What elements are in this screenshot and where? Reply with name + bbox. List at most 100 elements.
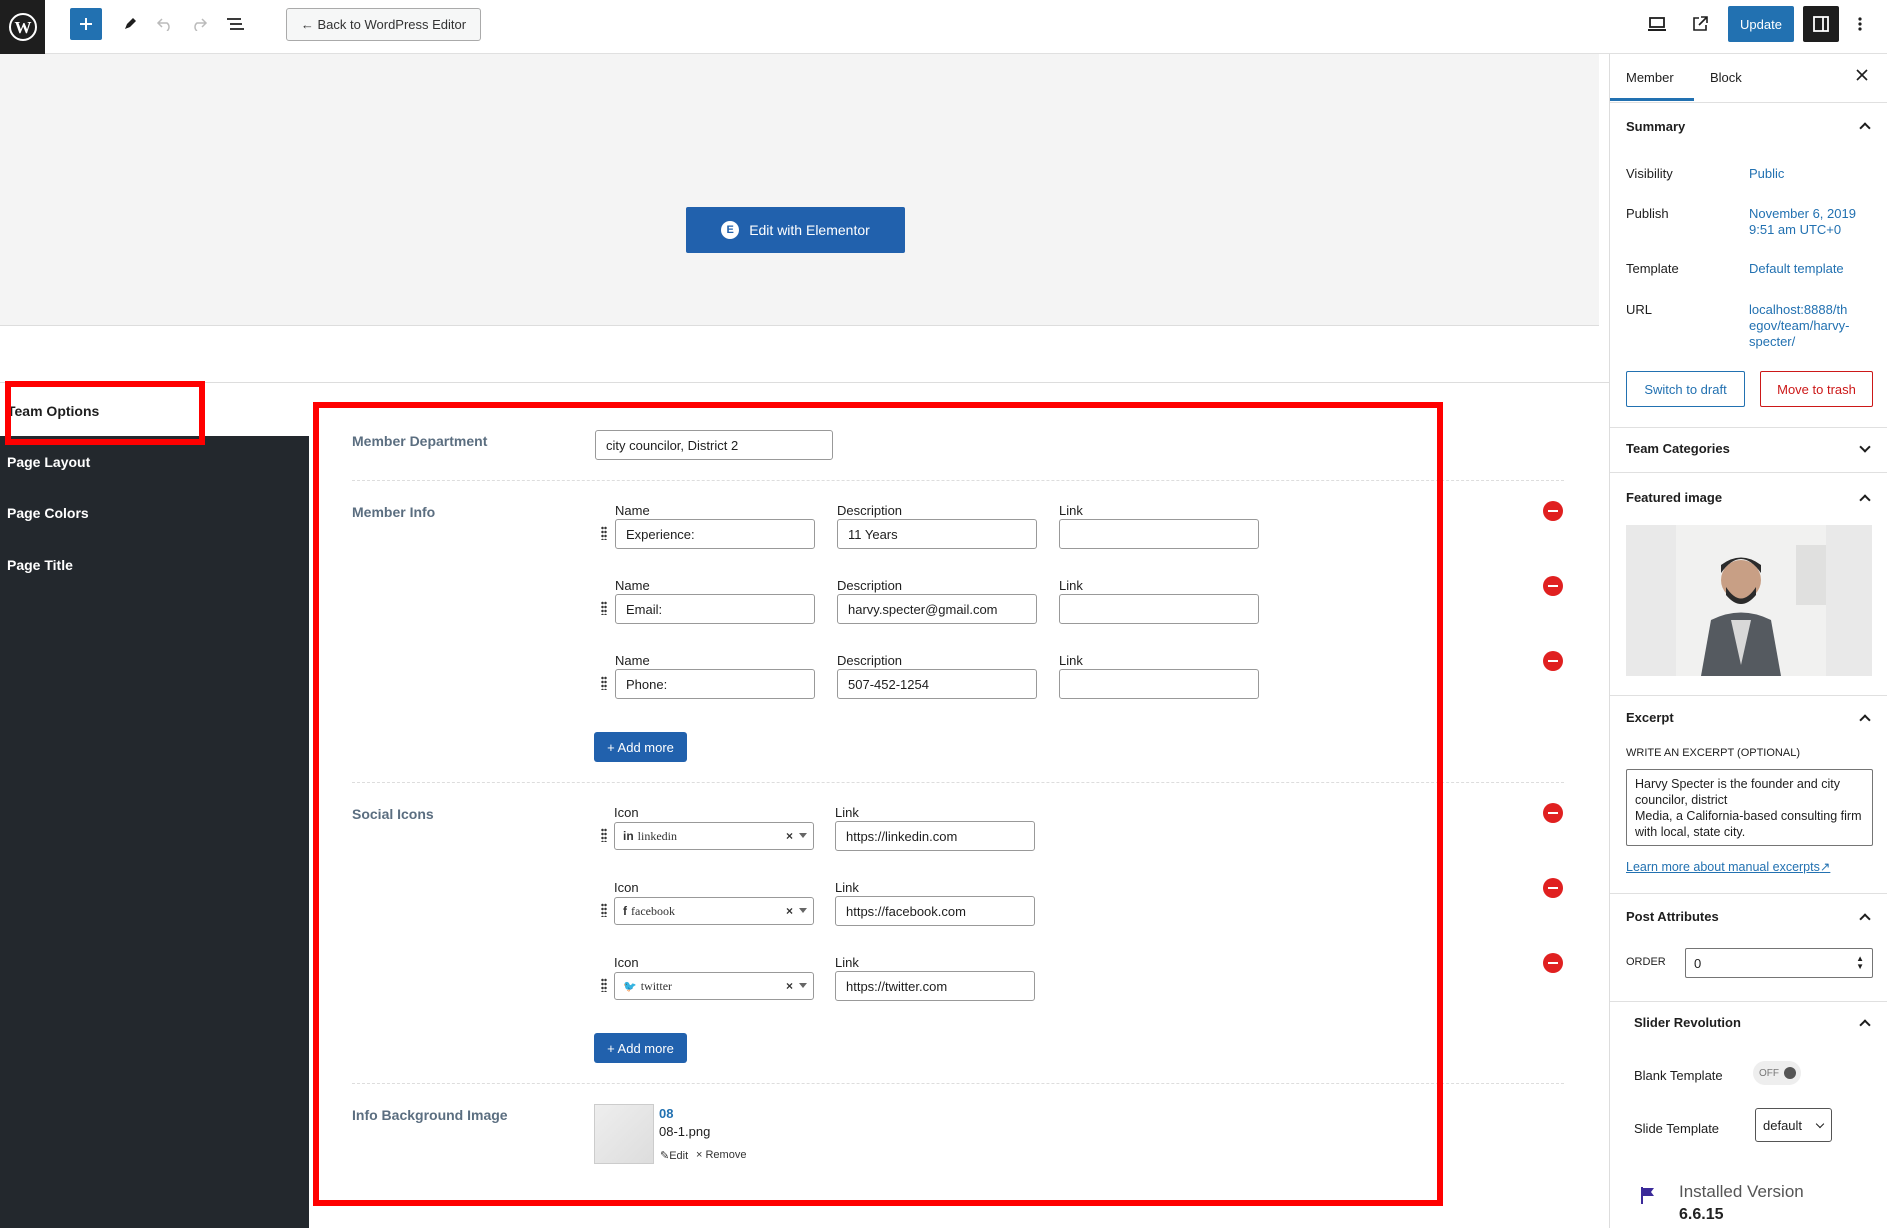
slide-template-select[interactable]: default [1755, 1108, 1832, 1142]
blank-template-label: Blank Template [1634, 1068, 1723, 1083]
chevron-down-icon[interactable] [799, 833, 807, 838]
member-department-input[interactable]: city councilor, District 2 [595, 430, 833, 460]
slider-revolution-panel-title[interactable]: Slider Revolution [1634, 1015, 1741, 1030]
add-block-button[interactable] [70, 8, 102, 40]
move-to-trash-button[interactable]: Move to trash [1760, 371, 1873, 407]
social-icon-select[interactable]: f facebook × [614, 897, 814, 925]
nav-item-page-colors[interactable]: Page Colors [7, 505, 89, 521]
visibility-value[interactable]: Public [1749, 166, 1784, 182]
url-value-line-2[interactable]: egov/team/harvy- [1749, 318, 1849, 334]
post-attributes-panel-title[interactable]: Post Attributes [1626, 909, 1719, 924]
social-icons-add-more-button[interactable]: + Add more [594, 1033, 687, 1063]
member-info-link-input[interactable] [1059, 519, 1259, 549]
remove-row-icon[interactable] [1543, 651, 1563, 671]
back-to-wordpress-editor-button[interactable]: ← Back to WordPress Editor [286, 8, 481, 41]
image-remove-link[interactable]: × Remove [696, 1149, 746, 1161]
nav-item-page-title[interactable]: Page Title [7, 557, 73, 573]
drag-handle-icon[interactable] [601, 601, 607, 615]
featured-image-preview[interactable] [1626, 525, 1872, 676]
member-info-name-input[interactable]: Experience: [615, 519, 815, 549]
link-column-label: Link [835, 805, 859, 820]
social-icon-value: linkedin [637, 828, 677, 843]
chevron-down-icon[interactable] [1859, 441, 1871, 453]
publish-time[interactable]: 9:51 am UTC+0 [1749, 222, 1841, 238]
nav-item-team-options-label[interactable]: Team Options [7, 403, 99, 419]
spinner-arrows-icon[interactable]: ▲ ▼ [1856, 955, 1864, 971]
row-divider [352, 782, 1564, 783]
update-button[interactable]: Update [1728, 6, 1794, 42]
clear-selection-icon[interactable]: × [786, 979, 793, 993]
editor-toolbar: W ← Back to WordPress Editor Update [0, 0, 1887, 54]
chevron-down-icon[interactable] [799, 908, 807, 913]
excerpt-panel-title[interactable]: Excerpt [1626, 710, 1674, 725]
list-view-icon[interactable] [222, 12, 248, 36]
view-post-external-icon[interactable] [1688, 12, 1712, 36]
tab-member[interactable]: Member [1626, 70, 1674, 85]
member-info-name-input[interactable]: Email: [615, 594, 815, 624]
member-info-add-more-button[interactable]: + Add more [594, 732, 687, 762]
slide-template-label: Slide Template [1634, 1121, 1720, 1136]
chevron-down-icon[interactable] [799, 983, 807, 988]
remove-row-icon[interactable] [1543, 878, 1563, 898]
publish-date[interactable]: November 6, 2019 [1749, 206, 1856, 222]
remove-row-icon[interactable] [1543, 803, 1563, 823]
image-title-link[interactable]: 08 [659, 1106, 673, 1121]
excerpt-textarea[interactable]: Harvy Specter is the founder and city co… [1626, 769, 1873, 846]
edit-with-elementor-button[interactable]: E Edit with Elementor [686, 207, 905, 253]
clear-selection-icon[interactable]: × [786, 904, 793, 918]
drag-handle-icon[interactable] [601, 828, 607, 842]
undo-icon[interactable] [153, 12, 177, 36]
social-link-input[interactable]: https://facebook.com [835, 896, 1035, 926]
more-options-icon[interactable] [1850, 12, 1870, 36]
clear-selection-icon[interactable]: × [786, 829, 793, 843]
drag-handle-icon[interactable] [601, 676, 607, 690]
settings-sidebar-toggle-icon[interactable] [1803, 6, 1839, 42]
drag-handle-icon[interactable] [601, 526, 607, 540]
social-icon-select[interactable]: in linkedin × [614, 822, 814, 850]
member-info-name-input[interactable]: Phone: [615, 669, 815, 699]
close-icon[interactable] [1855, 68, 1873, 86]
member-info-description-input[interactable]: 507-452-1254 [837, 669, 1037, 699]
social-icon-select[interactable]: 🐦 twitter × [614, 972, 814, 1000]
social-link-input[interactable]: https://linkedin.com [835, 821, 1035, 851]
separator [1610, 1001, 1887, 1002]
chevron-up-icon[interactable] [1859, 714, 1871, 726]
member-info-description-input[interactable]: harvy.specter@gmail.com [837, 594, 1037, 624]
link-column-label: Link [1059, 653, 1083, 668]
chevron-up-icon[interactable] [1859, 1019, 1871, 1031]
edit-tool-pencil-icon[interactable] [118, 12, 142, 36]
preview-laptop-icon[interactable] [1644, 12, 1670, 36]
featured-image-panel-title[interactable]: Featured image [1626, 490, 1722, 505]
social-link-input[interactable]: https://twitter.com [835, 971, 1035, 1001]
background-image-thumbnail[interactable] [594, 1104, 654, 1164]
editor-canvas: E Edit with Elementor [0, 54, 1599, 326]
chevron-up-icon[interactable] [1859, 913, 1871, 925]
remove-row-icon[interactable] [1543, 576, 1563, 596]
member-info-link-input[interactable] [1059, 594, 1259, 624]
image-edit-link[interactable]: ✎Edit [660, 1149, 688, 1162]
chevron-up-icon[interactable] [1859, 122, 1871, 134]
blank-template-toggle[interactable]: OFF [1753, 1061, 1801, 1085]
drag-handle-icon[interactable] [601, 903, 607, 917]
summary-panel-title[interactable]: Summary [1626, 119, 1685, 134]
learn-more-excerpts-link[interactable]: Learn more about manual excerpts↗ [1626, 859, 1830, 874]
separator [1610, 472, 1887, 473]
member-info-description-input[interactable]: 11 Years [837, 519, 1037, 549]
tab-block[interactable]: Block [1710, 70, 1742, 85]
template-value[interactable]: Default template [1749, 261, 1844, 277]
remove-row-icon[interactable] [1543, 953, 1563, 973]
redo-icon[interactable] [187, 12, 211, 36]
icon-column-label: Icon [614, 955, 639, 970]
team-categories-panel-title[interactable]: Team Categories [1626, 441, 1730, 456]
url-value-line-3[interactable]: specter/ [1749, 334, 1795, 350]
row-divider [352, 1083, 1564, 1084]
member-info-link-input[interactable] [1059, 669, 1259, 699]
switch-to-draft-button[interactable]: Switch to draft [1626, 371, 1745, 407]
drag-handle-icon[interactable] [601, 978, 607, 992]
order-input[interactable]: 0 ▲ ▼ [1685, 948, 1873, 978]
chevron-up-icon[interactable] [1859, 494, 1871, 506]
url-value-line-1[interactable]: localhost:8888/th [1749, 302, 1847, 318]
remove-row-icon[interactable] [1543, 501, 1563, 521]
nav-item-page-layout[interactable]: Page Layout [7, 454, 90, 470]
wordpress-logo-icon[interactable]: W [0, 0, 45, 54]
